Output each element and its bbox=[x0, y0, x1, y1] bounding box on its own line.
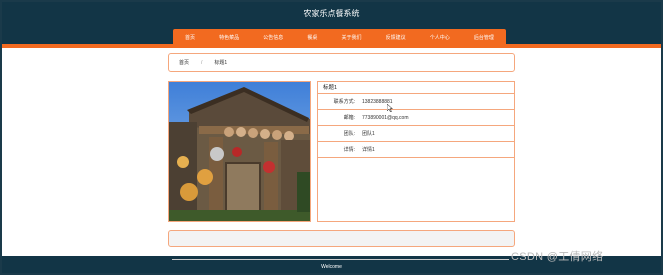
details-value: 详情1 bbox=[362, 147, 375, 153]
bottom-content-box bbox=[168, 230, 515, 247]
nav-admin[interactable]: 后台管理 bbox=[474, 34, 494, 41]
team-value: 团队1 bbox=[362, 131, 375, 137]
nav-tables[interactable]: 餐桌 bbox=[307, 34, 317, 41]
detail-row-team: 团队: 团队1 bbox=[318, 126, 514, 142]
footer-text: Welcome bbox=[321, 264, 342, 270]
page-frame: 农家乐点餐系统 首页 特色菜品 公告信息 餐桌 关于我们 反馈建议 个人中心 后… bbox=[2, 2, 661, 273]
detail-photo bbox=[168, 81, 311, 222]
watermark: CSDN @工倩网络 bbox=[511, 251, 604, 263]
detail-row-details: 详情: 详情1 bbox=[318, 142, 514, 158]
nav-about-us[interactable]: 关于我们 bbox=[342, 34, 362, 41]
nav-announcements[interactable]: 公告信息 bbox=[263, 34, 283, 41]
header-accent-bar bbox=[2, 44, 661, 48]
detail-row-email: 邮箱: 773890001@qq.com bbox=[318, 110, 514, 126]
nav-personal-center[interactable]: 个人中心 bbox=[430, 34, 450, 41]
farm-gate-image bbox=[169, 82, 310, 221]
nav-home[interactable]: 首页 bbox=[185, 34, 195, 41]
breadcrumb: 首页 / 标题1 bbox=[168, 53, 515, 72]
email-value: 773890001@qq.com bbox=[362, 114, 409, 121]
detail-title: 标题1 bbox=[318, 82, 514, 94]
details-label: 详情: bbox=[343, 147, 355, 153]
breadcrumb-separator: / bbox=[201, 59, 203, 66]
footer-divider bbox=[172, 259, 509, 260]
email-label: 邮箱: bbox=[343, 115, 355, 121]
main-nav: 首页 特色菜品 公告信息 餐桌 关于我们 反馈建议 个人中心 后台管理 bbox=[173, 29, 506, 45]
mouse-pointer-icon bbox=[387, 104, 393, 112]
nav-featured-dishes[interactable]: 特色菜品 bbox=[219, 34, 239, 41]
site-title: 农家乐点餐系统 bbox=[303, 9, 360, 18]
breadcrumb-current: 标题1 bbox=[214, 60, 228, 66]
detail-row-contact: 联系方式: 13823888881 bbox=[318, 94, 514, 110]
breadcrumb-home[interactable]: 首页 bbox=[179, 59, 189, 66]
contact-label: 联系方式: bbox=[333, 99, 355, 105]
team-label: 团队: bbox=[343, 131, 355, 137]
header: 农家乐点餐系统 首页 特色菜品 公告信息 餐桌 关于我们 反馈建议 个人中心 后… bbox=[2, 2, 661, 45]
nav-feedback[interactable]: 反馈建议 bbox=[386, 34, 406, 41]
detail-info-panel: 标题1 联系方式: 13823888881 邮箱: 773890001@qq.c… bbox=[317, 81, 515, 222]
